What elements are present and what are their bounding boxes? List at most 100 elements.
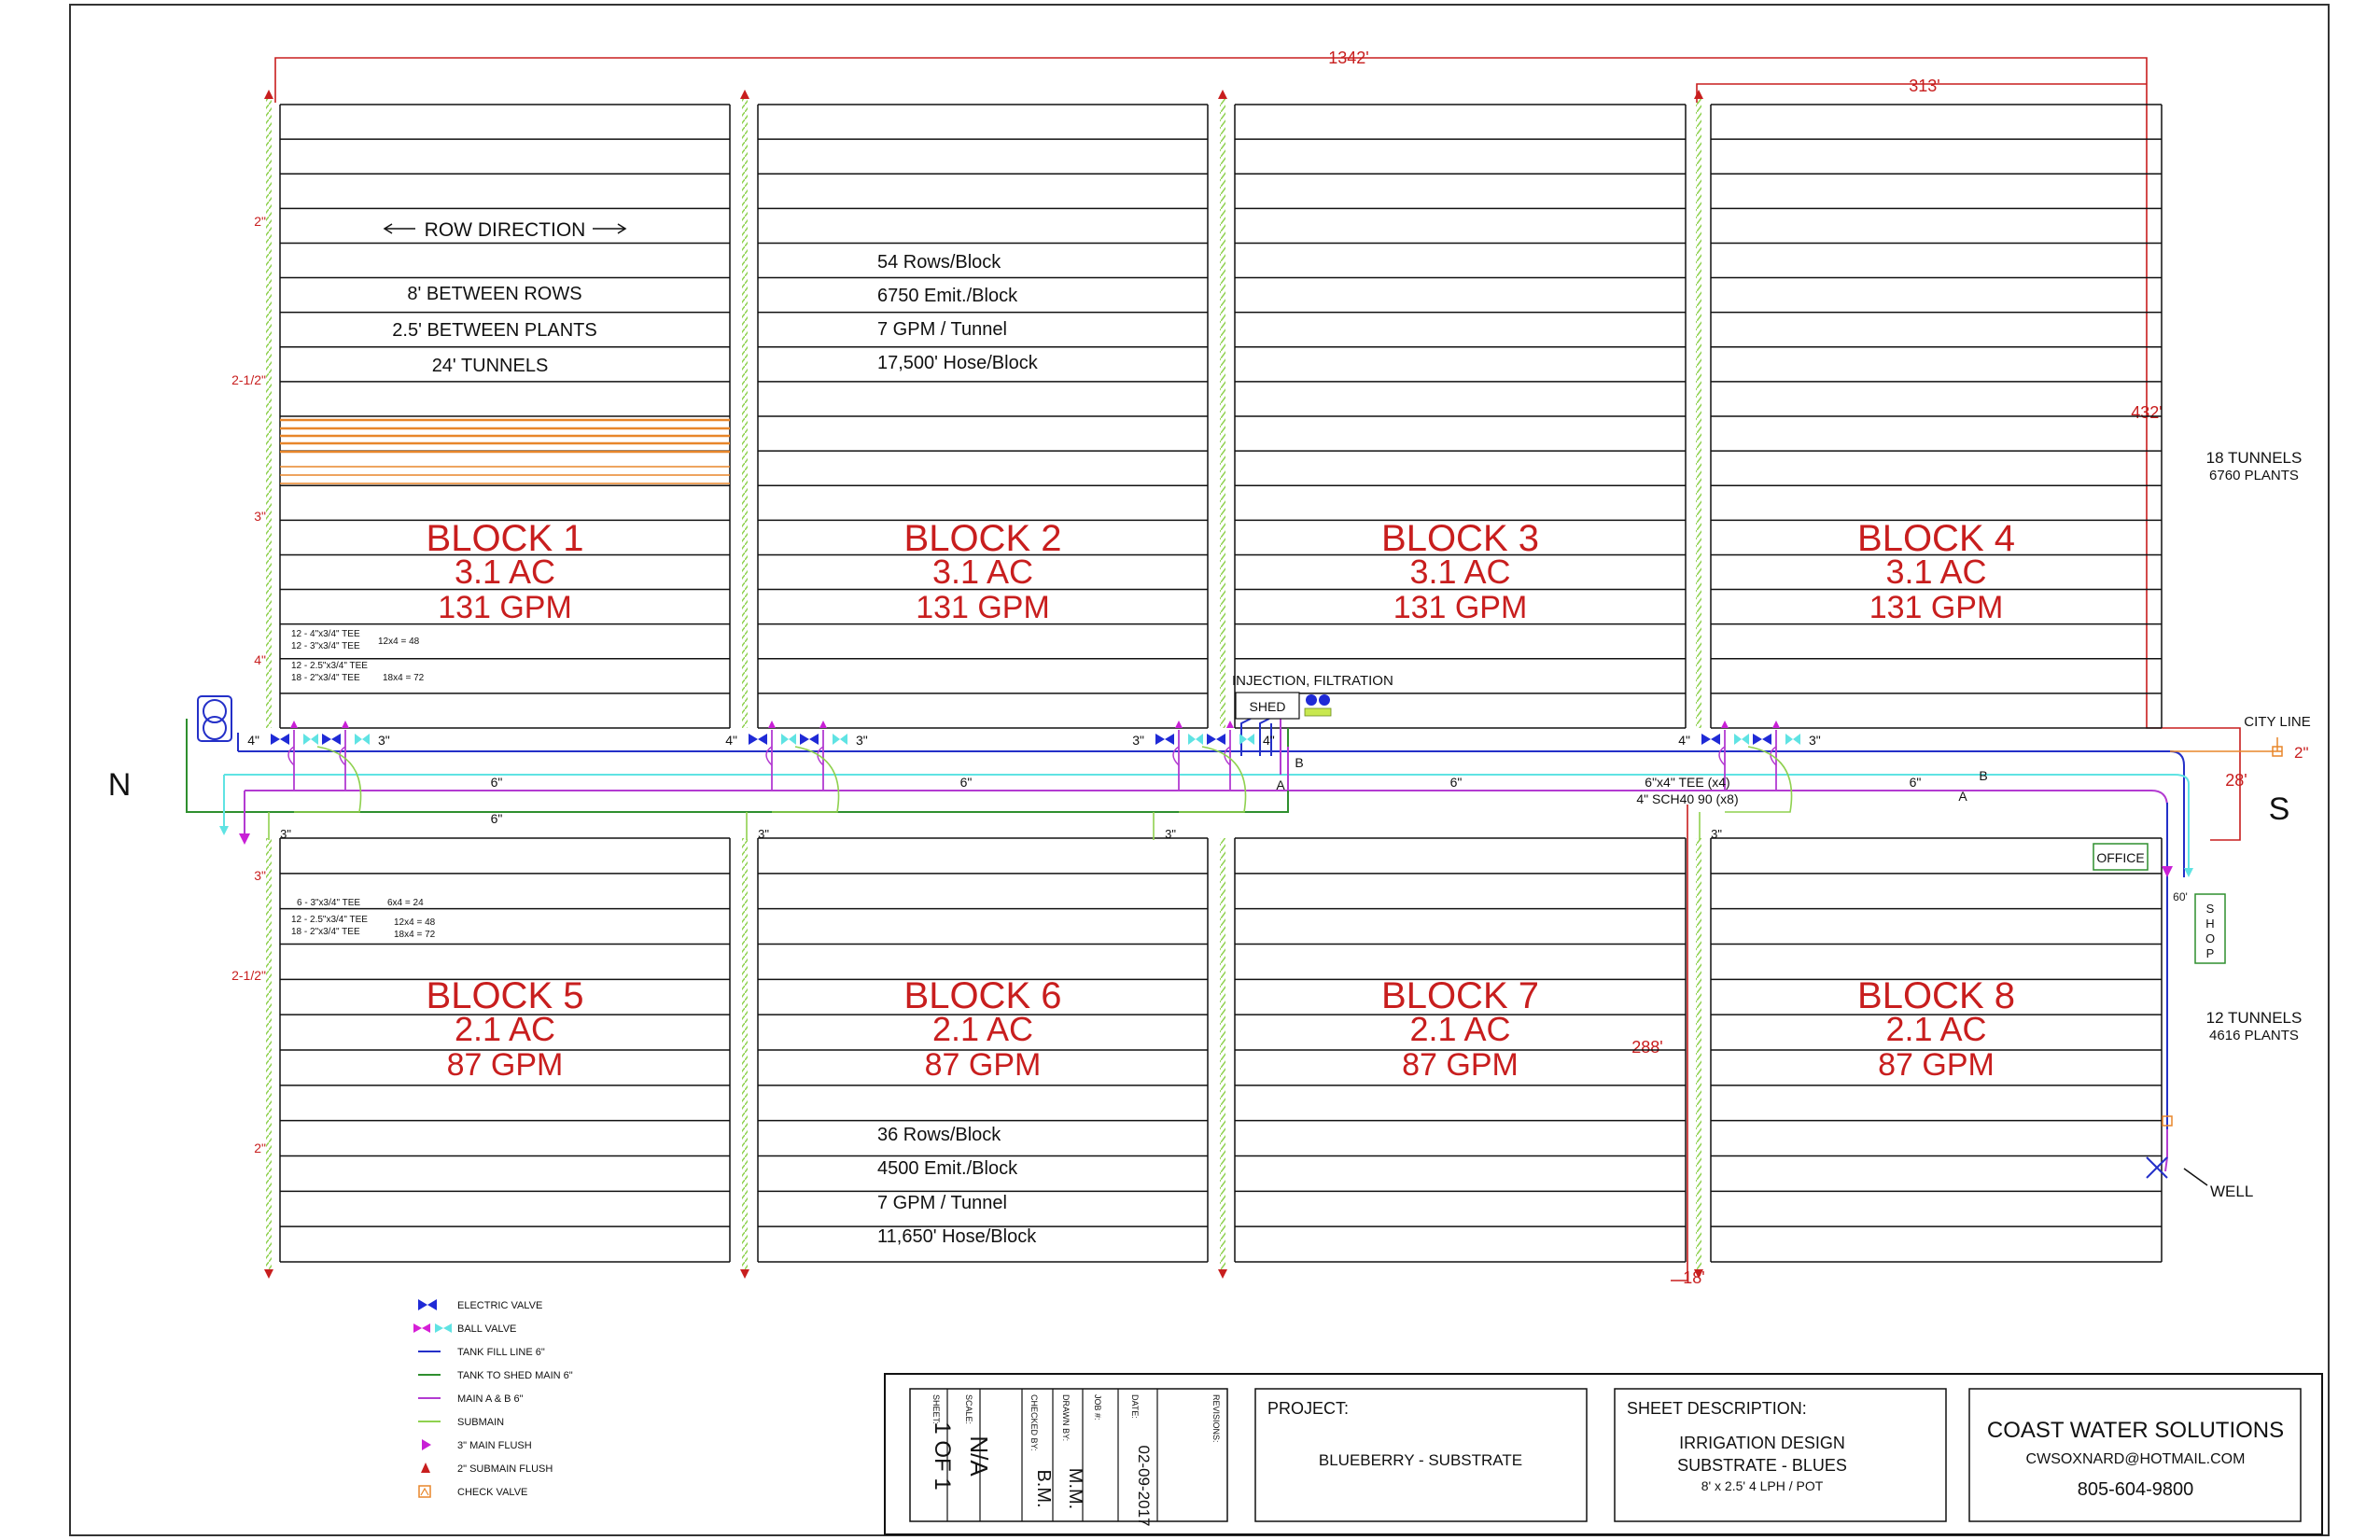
size-3in: 3" (254, 509, 266, 524)
ball-valve-icon (1734, 734, 1742, 745)
electric-valve-icon (322, 734, 331, 745)
legend-item-check-valve: CHECK VALVE (418, 1485, 527, 1498)
block-3 (1234, 104, 1687, 729)
block-label-flow: 131 GPM (438, 590, 572, 625)
ball-valve-icon (819, 721, 827, 728)
size-2-5in: 2-1/2" (231, 372, 266, 387)
submain-feed (1179, 746, 1247, 813)
ball-valve-icon (768, 721, 776, 728)
submain-flush-arrow (740, 1269, 749, 1279)
submain-bottom (1696, 838, 1701, 1269)
south-label: S (2269, 791, 2290, 827)
legend-label: ELECTRIC VALVE (457, 1300, 542, 1311)
sheet-value: 1 OF 1 (930, 1421, 955, 1490)
size-3in: 3" (254, 868, 266, 883)
valve-stations-layer: 4" 3" 3" 4" 3" 3" 3" 4" 3" 4" 3" 3" (247, 721, 1821, 841)
tee-note: 6 - 3"x3/4" TEE (297, 898, 360, 908)
electric-valve-icon (1165, 734, 1174, 745)
block-label-area: 3.1 AC (1409, 553, 1510, 591)
injection-filtration-label: INJECTION, FILTRATION (1232, 673, 1393, 689)
legend-item-line: MAIN A & B 6" (418, 1393, 524, 1405)
tee-calc: 18x4 = 72 (383, 673, 425, 683)
elbow-fitting-label: 4" SCH40 90 (x8) (1636, 791, 1738, 806)
top-row-label: 313' (1909, 77, 1939, 95)
legend-label: BALL VALVE (457, 1323, 516, 1335)
legend-label: 3" MAIN FLUSH (457, 1440, 532, 1451)
well-leader (2183, 1168, 2208, 1186)
right-vertical-label: 432' (2131, 403, 2162, 422)
submain-top (1696, 97, 1701, 728)
main-b-label: B (1295, 755, 1303, 770)
ball-valve-icon (1742, 734, 1749, 745)
ball-valve-icon (1239, 734, 1247, 745)
submain-flush-arrow (264, 90, 273, 99)
submain-size-label: 3" (1165, 827, 1176, 841)
cyan-flush-arrow-south (2184, 868, 2193, 877)
job-number-label: JOB #: (1093, 1394, 1102, 1421)
legend-label: TANK FILL LINE 6" (457, 1347, 545, 1358)
tank-symbol (197, 695, 232, 742)
company-phone: 805-604-9800 (2078, 1479, 2194, 1500)
top-plant-count: 6760 PLANTS (2209, 468, 2299, 483)
electric-valve-icon (749, 734, 758, 745)
tee-calc: 12x4 = 48 (378, 637, 420, 647)
electric-valve-icon (800, 734, 809, 745)
block-label-flow: 131 GPM (916, 590, 1050, 625)
legend-item-ball-valve: BALL VALVE (413, 1323, 516, 1335)
block-label-area: 3.1 AC (455, 553, 555, 591)
main-b-label: B (1979, 768, 1987, 783)
date-label: DATE: (1130, 1394, 1140, 1419)
ball-valve-icon (290, 721, 298, 728)
outer-dimension-line (274, 57, 2241, 841)
submain-flush-arrow (740, 90, 749, 99)
electric-valve-icon (1753, 734, 1762, 745)
block-label-flow: 87 GPM (447, 1047, 564, 1083)
company-name: COAST WATER SOLUTIONS (1987, 1418, 2284, 1443)
scale-value: N/A (965, 1435, 993, 1477)
legend-label: SUBMAIN (457, 1417, 504, 1428)
size-2-5in: 2-1/2" (231, 968, 266, 983)
injection-tank-icon (1306, 694, 1317, 706)
project-label: PROJECT: (1267, 1399, 1349, 1418)
ball-valve-icon (362, 734, 370, 745)
electric-valve-icon (758, 734, 767, 745)
electric-valve-icon (1762, 734, 1771, 745)
submain-top (266, 97, 272, 728)
ball-valve-icon (1247, 734, 1254, 745)
tee-note: 12 - 4"x3/4" TEE (291, 629, 360, 639)
submain-size-label: 3" (280, 827, 291, 841)
stat-gpm-tunnel: 7 GPM / Tunnel (877, 1193, 1007, 1213)
valve-station-3: 3" 4" 3" (1132, 721, 1275, 841)
stat-emitters: 6750 Emit./Block (877, 286, 1018, 306)
submain-size-label: 3" (1711, 827, 1722, 841)
stat-rows: 36 Rows/Block (877, 1125, 1001, 1145)
valve-station-2: 4" 3" 3" (725, 721, 868, 841)
checked-by-value: B.M. (1033, 1469, 1054, 1507)
injection-tank-icon (1319, 694, 1330, 706)
city-line-label: CITY LINE (2244, 714, 2310, 730)
tee-note: 12 - 2.5"x3/4" TEE (291, 661, 368, 671)
drawn-by-value: M.M. (1065, 1468, 1085, 1509)
tee-notes-bottom: 6 - 3"x3/4" TEE 6x4 = 24 12 - 2.5"x3/4" … (291, 898, 436, 940)
tee-note: 12 - 3"x3/4" TEE (291, 641, 360, 651)
main-size-label: 6" (491, 775, 503, 790)
scale-label: SCALE: (964, 1394, 973, 1424)
submain-flush-arrow (1218, 90, 1227, 99)
revisions-label: REVISIONS: (1211, 1394, 1221, 1443)
sheet-label: SHEET: (931, 1394, 941, 1424)
block-label-flow: 87 GPM (1402, 1047, 1519, 1083)
legend-label: 2" SUBMAIN FLUSH (457, 1463, 553, 1475)
top-tunnel-count: 18 TUNNELS (2206, 449, 2303, 467)
shop-letter: O (2205, 931, 2215, 945)
city-line-size: 2" (2294, 744, 2309, 762)
main-size-label: 6" (1910, 775, 1922, 790)
sheet-description-line: SUBSTRATE - BLUES (1677, 1456, 1847, 1475)
shop-label: SHOP (2205, 902, 2215, 960)
cyan-main-line (224, 774, 2190, 785)
electric-valve-icon (1207, 734, 1216, 745)
legend-item-line: SUBMAIN (418, 1417, 504, 1428)
checked-by-label: CHECKED BY: (1029, 1394, 1039, 1451)
main-size-label: 6" (1450, 775, 1463, 790)
tee-calc: 6x4 = 24 (387, 898, 424, 908)
sheet-border (69, 4, 2330, 1536)
